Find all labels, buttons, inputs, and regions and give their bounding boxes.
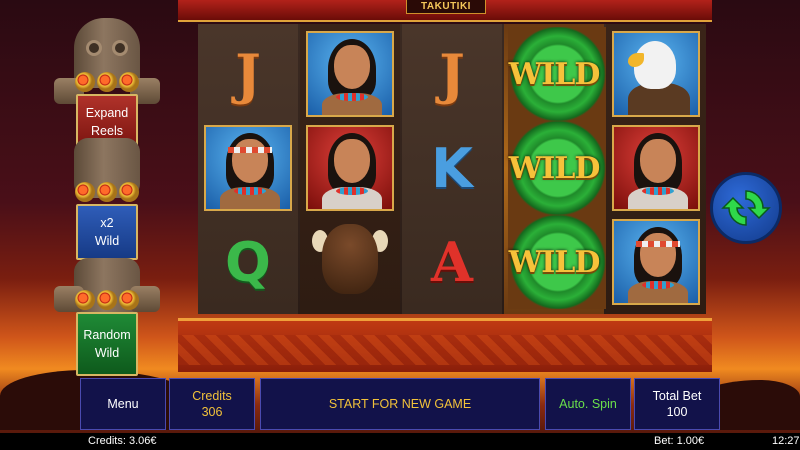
gem-icon (97, 72, 117, 92)
reels-frame: TAKUTIKI J Q J K A WILD WILD WILD (178, 0, 712, 372)
gem-icon (75, 290, 95, 310)
gem-icon (75, 72, 95, 92)
x2-wild-label-2: Wild (94, 234, 120, 248)
menu-button[interactable]: Menu (80, 378, 166, 430)
symbol-portrait-man (202, 124, 294, 212)
expand-reels-label-1: Expand (85, 106, 129, 120)
gem-icon (119, 290, 139, 310)
symbol-portrait-woman (610, 124, 702, 212)
reel-2 (300, 24, 400, 314)
symbol-wild: WILD (508, 27, 608, 121)
owl-eye-icon (112, 40, 128, 56)
reel-4: WILD WILD WILD (504, 24, 608, 314)
symbol-j: J (202, 30, 294, 118)
wild-text: WILD (508, 150, 601, 186)
owl-eye-icon (86, 40, 102, 56)
auto-spin-button[interactable]: Auto. Spin (545, 378, 631, 430)
symbol-wild: WILD (508, 121, 608, 215)
refresh-icon (721, 190, 771, 226)
gem-row (74, 182, 140, 202)
total-bet-value: 100 (666, 405, 688, 419)
game-logo: TAKUTIKI (406, 0, 486, 14)
auto-spin-label: Auto. Spin (559, 397, 617, 411)
random-wild-button[interactable]: Random Wild (76, 312, 138, 376)
menu-label: Menu (107, 397, 139, 411)
reel-3: J K A (402, 24, 502, 314)
gem-icon (97, 182, 117, 202)
status-bar: Credits: 3.06€ Bet: 1.00€ 12:27 (0, 433, 800, 450)
x2-wild-label-1: x2 (100, 216, 114, 230)
woman-icon (306, 125, 394, 211)
symbol-k-glyph: K (431, 136, 473, 200)
symbol-buffalo (304, 218, 396, 306)
x2-wild-button[interactable]: x2 Wild (76, 204, 138, 260)
wild-text: WILD (508, 56, 601, 92)
gem-row (74, 72, 140, 92)
spin-button[interactable] (710, 172, 782, 244)
symbol-wild: WILD (508, 215, 608, 309)
symbol-k: K (406, 124, 498, 212)
gem-icon (119, 72, 139, 92)
symbol-a-glyph: A (431, 230, 473, 294)
symbol-j: J (406, 30, 498, 118)
reel-1: J Q (198, 24, 298, 314)
symbol-portrait-man (304, 30, 396, 118)
symbol-q-glyph: Q (225, 230, 271, 294)
random-wild-label-2: Wild (94, 346, 120, 360)
gem-icon (75, 182, 95, 202)
reels-base (178, 318, 712, 372)
start-label: START FOR NEW GAME (328, 397, 472, 411)
credits-value: 306 (201, 405, 223, 419)
totem-pole: Expand Reels x2 Wild Random Wild (54, 18, 160, 378)
gem-icon (119, 182, 139, 202)
buffalo-icon (306, 214, 394, 310)
symbol-eagle (610, 30, 702, 118)
random-wild-label-1: Random (83, 328, 131, 342)
total-bet-label: Total Bet (652, 389, 702, 403)
symbol-a: A (406, 218, 498, 306)
woman-icon (612, 125, 700, 211)
gem-icon (97, 290, 117, 310)
symbol-j-glyph: J (235, 42, 261, 106)
credits-display: Credits 306 (169, 378, 255, 430)
reels-area: J Q J K A WILD WILD WILD (198, 24, 706, 314)
total-bet-button[interactable]: Total Bet 100 (634, 378, 720, 430)
warrior-man-icon (204, 125, 292, 211)
gem-row (74, 290, 140, 310)
warrior-man-icon (612, 219, 700, 305)
eagle-icon (612, 31, 700, 117)
credits-label: Credits (192, 389, 232, 403)
symbol-portrait-man (610, 218, 702, 306)
status-bet: Bet: 1.00€ (654, 435, 705, 447)
wild-text: WILD (508, 244, 601, 280)
symbol-j-glyph: J (439, 42, 465, 106)
reel-5 (606, 24, 706, 314)
status-credits: Credits: 3.06€ (88, 435, 157, 447)
warrior-man-icon (306, 31, 394, 117)
symbol-q: Q (202, 218, 294, 306)
start-button[interactable]: START FOR NEW GAME (260, 378, 540, 430)
symbol-portrait-woman (304, 124, 396, 212)
status-time: 12:27 (772, 435, 800, 447)
